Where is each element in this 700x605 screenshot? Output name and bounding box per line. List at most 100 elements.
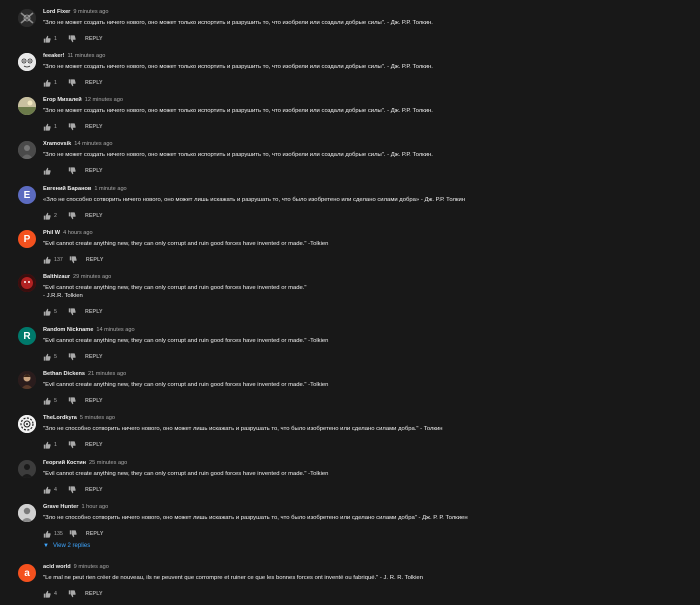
comment-timestamp[interactable]: 25 minutes ago bbox=[89, 460, 127, 466]
comment-author[interactable]: Егор Михалей bbox=[43, 97, 82, 103]
comment-text: "Зло не может создать ничего нового, оно… bbox=[43, 64, 433, 70]
comment-timestamp[interactable]: 14 minutes ago bbox=[96, 327, 134, 333]
comment-timestamp[interactable]: 9 minutes ago bbox=[73, 9, 108, 15]
comment-author[interactable]: TheLordkyra bbox=[43, 415, 77, 421]
thumbs-down-icon[interactable] bbox=[68, 122, 76, 131]
thumbs-up-icon[interactable] bbox=[43, 486, 51, 494]
reply-button[interactable]: REPLY bbox=[86, 531, 104, 537]
comment-actions: 5 REPLY bbox=[43, 396, 683, 405]
red-creature-avatar-icon[interactable] bbox=[18, 274, 36, 292]
reply-button[interactable]: REPLY bbox=[85, 213, 103, 219]
thumbs-down-icon[interactable] bbox=[68, 440, 76, 449]
reply-button[interactable]: REPLY bbox=[85, 36, 103, 42]
comment-author[interactable]: feeaker! bbox=[43, 53, 64, 59]
comment-author[interactable]: Евгений Баранов bbox=[43, 186, 91, 192]
comment-text: "Evil cannot create anything new, they c… bbox=[43, 338, 329, 344]
comment-author[interactable]: acid world bbox=[43, 564, 71, 570]
comment-author[interactable]: Bethan Dickens bbox=[43, 371, 85, 377]
thumbs-up-icon[interactable] bbox=[43, 35, 51, 43]
comment-actions: 4 REPLY bbox=[43, 589, 683, 598]
comment-timestamp[interactable]: 11 minutes ago bbox=[67, 53, 105, 59]
thumbs-down-icon[interactable] bbox=[68, 34, 76, 43]
comment-author[interactable]: Георгий Костин bbox=[43, 460, 86, 466]
thumbs-up-icon[interactable] bbox=[43, 212, 51, 220]
dark-figure-avatar-icon[interactable] bbox=[18, 141, 36, 159]
comment-author[interactable]: Balthizaur bbox=[43, 274, 70, 280]
comment-author[interactable]: Xramovsik bbox=[43, 141, 71, 147]
comment-actions: 5 REPLY bbox=[43, 307, 683, 316]
comment-actions: 1 REPLY bbox=[43, 122, 683, 131]
comment-timestamp[interactable]: 1 hour ago bbox=[81, 504, 108, 510]
comment-timestamp[interactable]: 9 minutes ago bbox=[74, 564, 109, 570]
comment-actions: 137 REPLY bbox=[43, 255, 683, 264]
thumbs-up-icon[interactable] bbox=[43, 308, 51, 316]
thumbs-up-icon[interactable] bbox=[43, 441, 51, 449]
avatar[interactable]: P bbox=[18, 230, 36, 248]
comment-actions: 4 REPLY bbox=[43, 485, 683, 494]
thumbs-up-icon[interactable] bbox=[43, 530, 51, 538]
avatar[interactable]: a bbox=[18, 564, 36, 582]
comment-text: "Evil cannot create anything new, they c… bbox=[43, 285, 307, 291]
thumbs-up-icon[interactable] bbox=[43, 123, 51, 131]
thumbs-down-icon[interactable] bbox=[68, 211, 76, 220]
reply-button[interactable]: REPLY bbox=[85, 124, 103, 130]
thumbs-down-icon[interactable] bbox=[68, 589, 76, 598]
thumbs-down-icon[interactable] bbox=[68, 307, 76, 316]
lord-fixer-avatar-icon[interactable] bbox=[18, 9, 36, 27]
reply-button[interactable]: REPLY bbox=[85, 487, 103, 493]
reply-button[interactable]: REPLY bbox=[85, 309, 103, 315]
thumbs-down-icon[interactable] bbox=[69, 529, 77, 538]
landscape-avatar-icon[interactable] bbox=[18, 97, 36, 115]
comment-text-line2: - J.R.R. Tolkien bbox=[43, 293, 83, 299]
thumbs-down-icon[interactable] bbox=[68, 352, 76, 361]
comment-text: "Зло не способно сотворить ничего нового… bbox=[43, 426, 443, 432]
silhouette-avatar-icon[interactable] bbox=[18, 460, 36, 478]
thumbs-up-icon[interactable] bbox=[43, 590, 51, 598]
thumbs-down-icon[interactable] bbox=[68, 166, 76, 175]
comment-text: "Evil cannot create anything new, they c… bbox=[43, 241, 329, 247]
comment-timestamp[interactable]: 1 minute ago bbox=[94, 186, 126, 192]
reply-button[interactable]: REPLY bbox=[85, 354, 103, 360]
comment-author[interactable]: Grave Hunter bbox=[43, 504, 78, 510]
reply-button[interactable]: REPLY bbox=[85, 168, 103, 174]
comment-text: "Evil cannot create anything new, they c… bbox=[43, 471, 329, 477]
grey-portrait-avatar-icon[interactable] bbox=[18, 504, 36, 522]
avatar[interactable]: R bbox=[18, 327, 36, 345]
comment-timestamp[interactable]: 5 minutes ago bbox=[80, 415, 115, 421]
thumbs-up-icon[interactable] bbox=[43, 167, 51, 175]
like-count: 2 bbox=[54, 212, 57, 219]
thumbs-down-icon[interactable] bbox=[68, 78, 76, 87]
avatar[interactable]: E bbox=[18, 186, 36, 204]
thumbs-up-icon[interactable] bbox=[43, 397, 51, 405]
thumbs-down-icon[interactable] bbox=[68, 485, 76, 494]
reply-button[interactable]: REPLY bbox=[85, 442, 103, 448]
comment-text: "Evil cannot create anything new, they c… bbox=[43, 382, 329, 388]
thumbs-down-icon[interactable] bbox=[68, 396, 76, 405]
cartoon-face-avatar-icon[interactable] bbox=[18, 53, 36, 71]
thumbs-up-icon[interactable] bbox=[43, 256, 51, 264]
thumbs-down-icon[interactable] bbox=[69, 255, 77, 264]
comments-section: Lord Fixer 9 minutes ago "Зло не может со… bbox=[0, 0, 700, 605]
comment-timestamp[interactable]: 21 minutes ago bbox=[88, 371, 126, 377]
comment-author[interactable]: Phil W bbox=[43, 230, 60, 236]
reply-button[interactable]: REPLY bbox=[86, 257, 104, 263]
reply-button[interactable]: REPLY bbox=[85, 398, 103, 404]
thumbs-up-icon[interactable] bbox=[43, 353, 51, 361]
view-replies-button[interactable]: ▼ View 2 replies bbox=[43, 543, 683, 549]
comment-timestamp[interactable]: 4 hours ago bbox=[63, 230, 93, 236]
like-count: 5 bbox=[54, 353, 57, 360]
comment-timestamp[interactable]: 12 minutes ago bbox=[85, 97, 123, 103]
thumbs-up-icon[interactable] bbox=[43, 79, 51, 87]
comment-actions: 1 REPLY bbox=[43, 78, 683, 87]
comment-author[interactable]: Random Nickname bbox=[43, 327, 93, 333]
comment-actions: 1 REPLY bbox=[43, 440, 683, 449]
comment-timestamp[interactable]: 29 minutes ago bbox=[73, 274, 111, 280]
reply-button[interactable]: REPLY bbox=[85, 80, 103, 86]
comment-author[interactable]: Lord Fixer bbox=[43, 9, 70, 15]
comment-timestamp[interactable]: 14 minutes ago bbox=[74, 141, 112, 147]
comment-actions: 5 REPLY bbox=[43, 352, 683, 361]
spiral-avatar-icon[interactable] bbox=[18, 415, 36, 433]
reply-button[interactable]: REPLY bbox=[85, 591, 103, 597]
like-count: 135 bbox=[54, 530, 63, 537]
portrait-avatar-icon[interactable] bbox=[18, 371, 36, 389]
